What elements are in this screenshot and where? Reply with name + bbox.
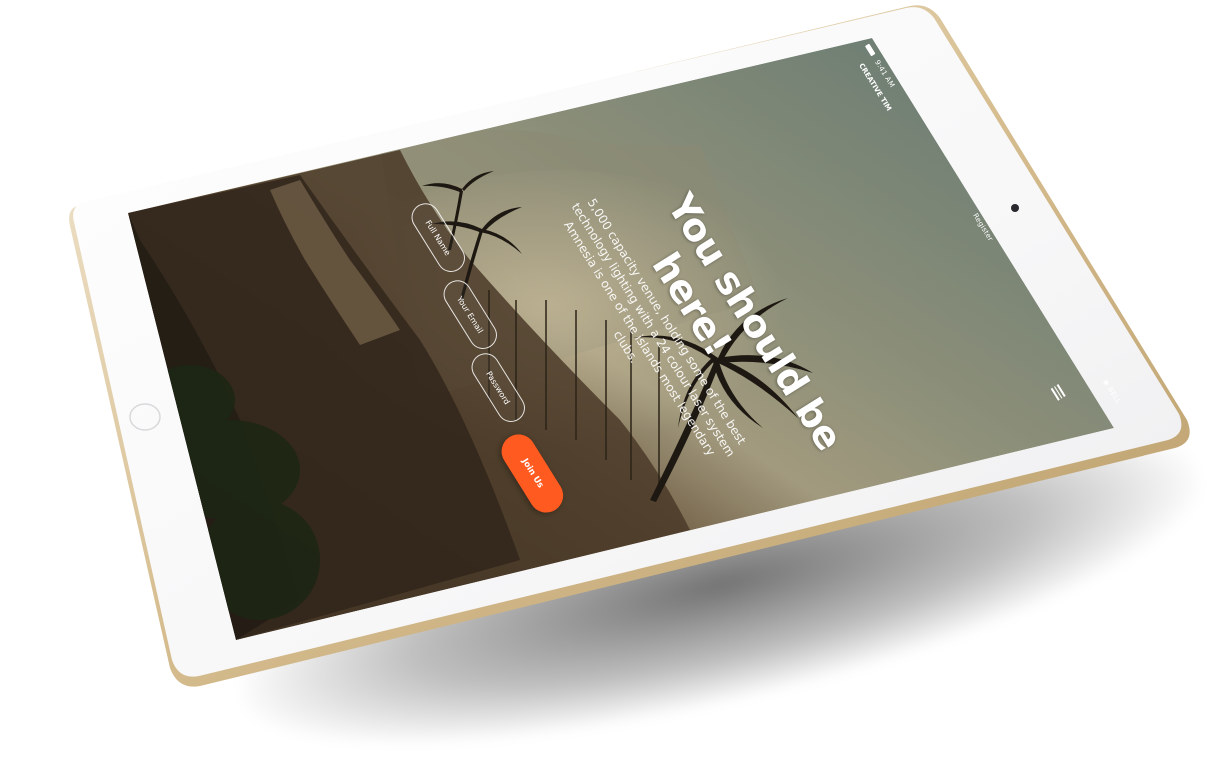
tablet-device — [0, 0, 1217, 779]
device-mockup-stage: CREATIVE TIM 9:41 AM Register ◉ BELL You… — [0, 0, 1217, 779]
front-camera-icon — [1011, 204, 1019, 212]
tablet-graphic — [69, 5, 1190, 687]
join-us-label: Join Us — [519, 456, 546, 491]
